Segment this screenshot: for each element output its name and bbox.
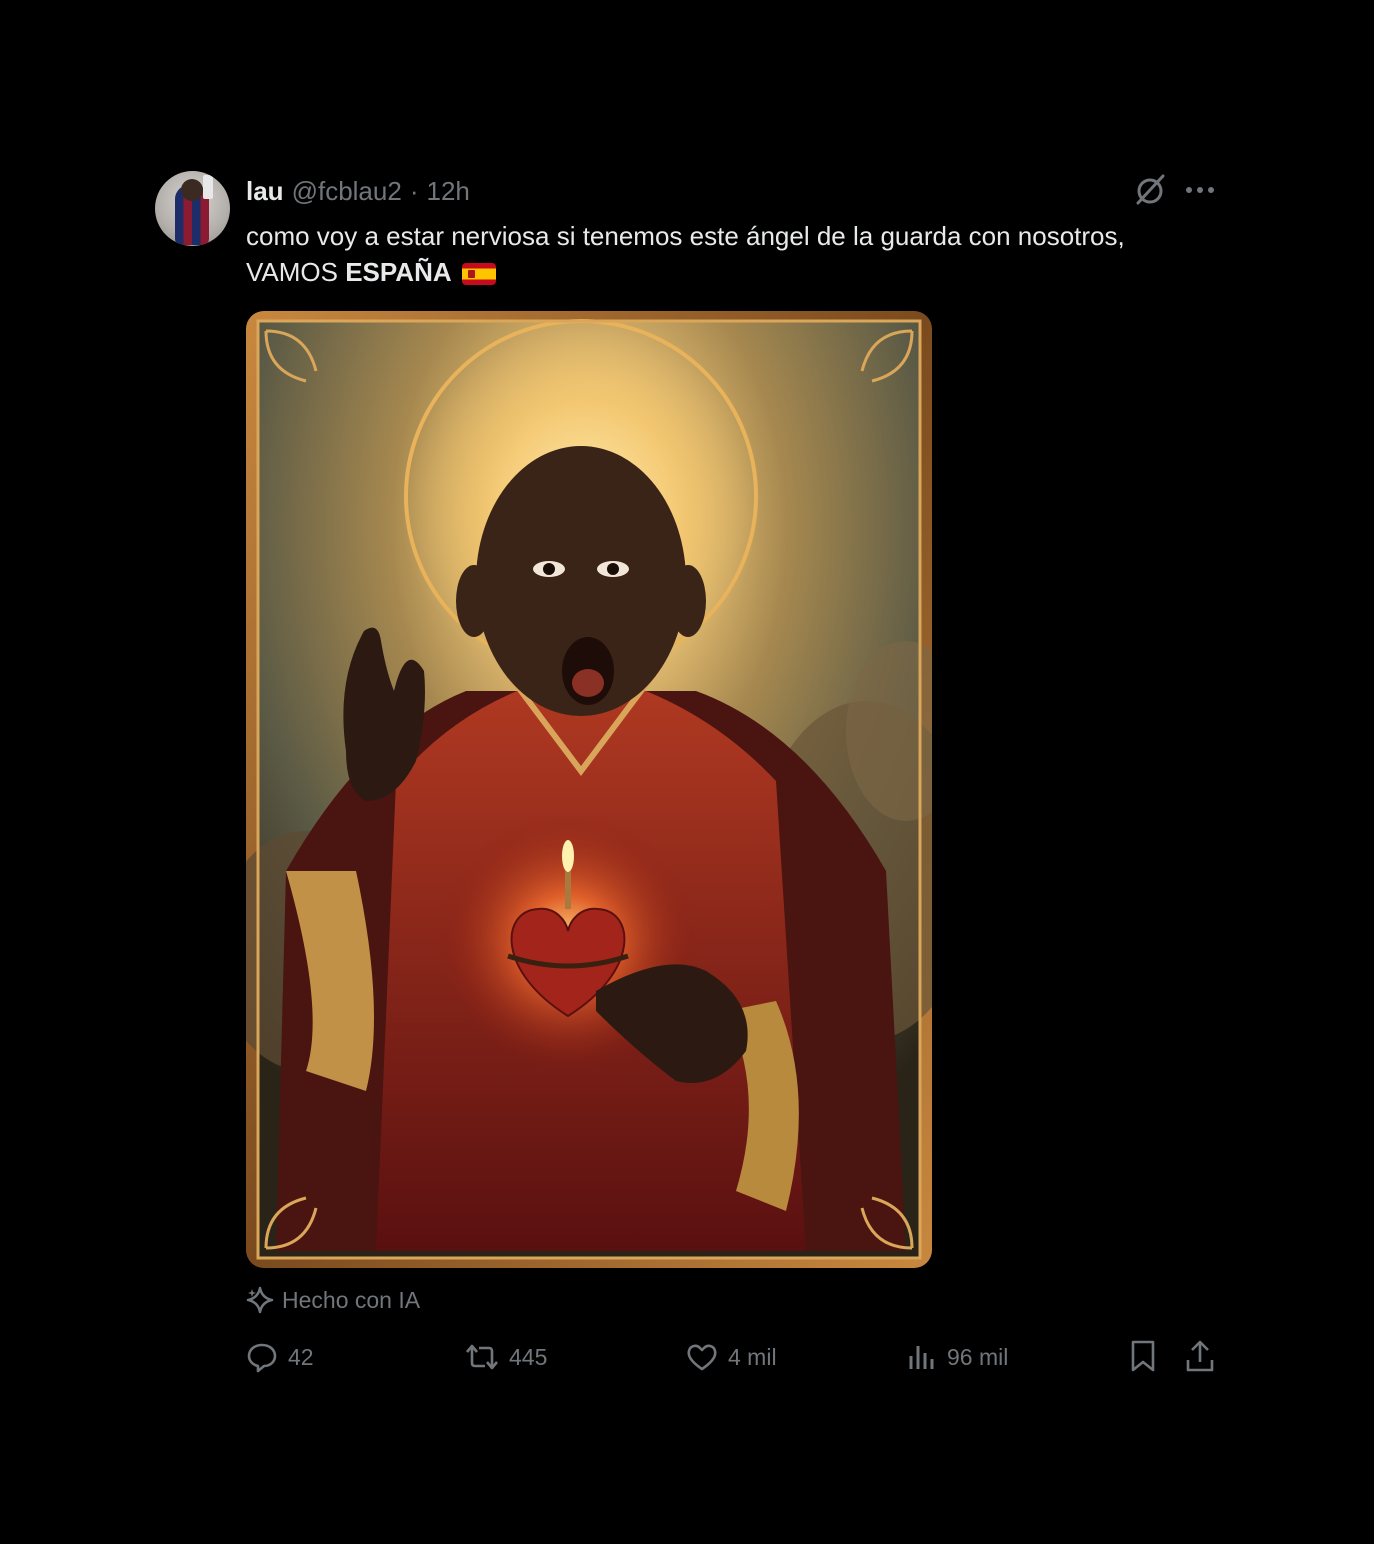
- views-count: 96 mil: [947, 1343, 1009, 1370]
- author-name[interactable]: lau: [246, 176, 284, 207]
- share-button[interactable]: [1184, 1338, 1216, 1374]
- repost-button[interactable]: 445: [465, 1337, 547, 1377]
- sparkle-icon: [246, 1286, 274, 1314]
- post-text-prefix: VAMOS: [246, 257, 346, 287]
- reply-button[interactable]: 42: [246, 1337, 314, 1377]
- grok-icon[interactable]: [1132, 173, 1168, 207]
- post-image[interactable]: [246, 311, 932, 1268]
- spain-flag-icon: [461, 263, 496, 285]
- bar-chart-icon: [909, 1346, 934, 1369]
- post-text-bold: ESPAÑA: [345, 257, 452, 287]
- more-icon[interactable]: [1184, 179, 1216, 201]
- repost-icon: [466, 1344, 498, 1370]
- ai-label-text: Hecho con IA: [282, 1286, 421, 1313]
- post-header: lau @fcblau2 · 12h: [246, 176, 470, 206]
- reply-icon: [247, 1343, 277, 1373]
- author-handle[interactable]: @fcblau2: [292, 176, 402, 207]
- separator-dot: ·: [409, 175, 419, 206]
- bookmark-button[interactable]: [1127, 1338, 1159, 1374]
- post-image-artwork: [246, 311, 932, 1268]
- avatar-phone: [203, 175, 213, 199]
- repost-count: 445: [509, 1343, 548, 1370]
- like-button[interactable]: 4 mil: [686, 1337, 777, 1377]
- views-button[interactable]: 96 mil: [907, 1337, 1008, 1377]
- avatar[interactable]: [155, 171, 230, 246]
- post-text-line1: como voy a estar nerviosa si tenemos est…: [246, 221, 1125, 251]
- reply-count: 42: [288, 1343, 314, 1370]
- post-time[interactable]: 12h: [426, 176, 469, 207]
- avatar-head: [181, 179, 203, 201]
- post-text-line2: VAMOS ESPAÑA: [246, 254, 1206, 290]
- share-icon: [1186, 1340, 1214, 1372]
- post-text: como voy a estar nerviosa si tenemos est…: [246, 218, 1206, 290]
- bookmark-icon: [1131, 1340, 1155, 1372]
- ai-label: Hecho con IA: [246, 1283, 420, 1317]
- heart-icon: [687, 1344, 717, 1371]
- like-count: 4 mil: [728, 1343, 777, 1370]
